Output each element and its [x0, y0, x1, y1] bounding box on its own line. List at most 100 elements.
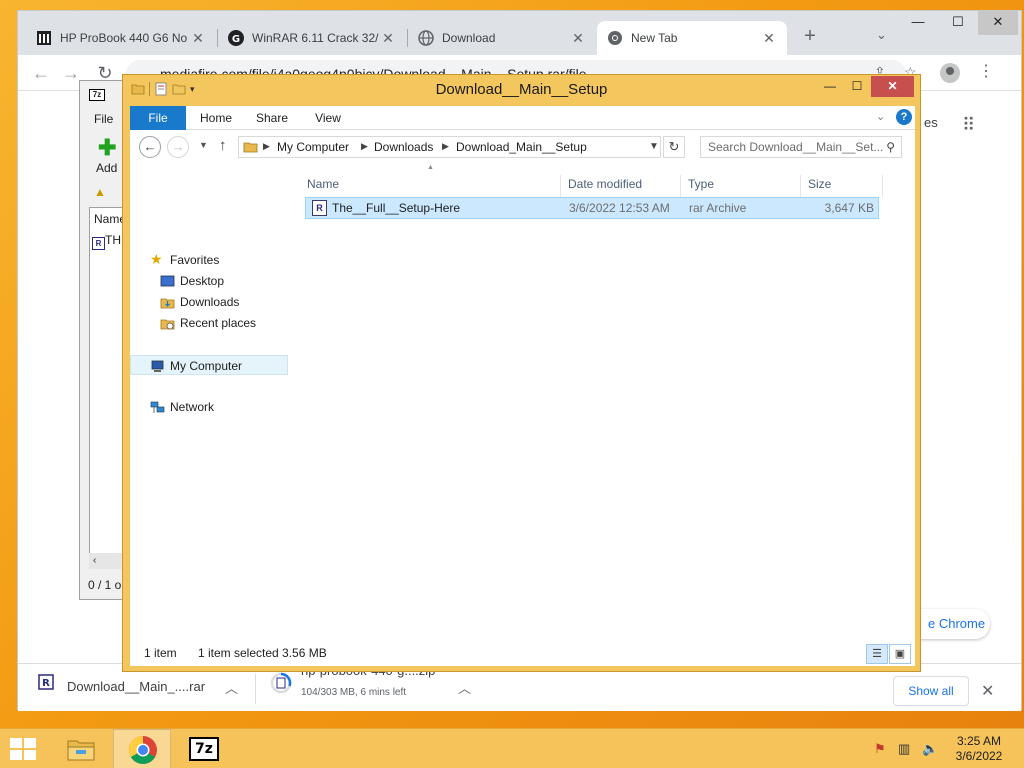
- nav-item-my-computer[interactable]: My Computer: [130, 355, 288, 375]
- up-arrow-icon[interactable]: ↑: [219, 137, 227, 154]
- start-tile: [10, 738, 22, 748]
- tab-title: WinRAR 6.11 Crack 32/: [252, 31, 379, 45]
- explorer-body: ★ Favorites Desktop Downloads Recent pla…: [130, 164, 915, 640]
- file-size: 3,647 KB: [824, 201, 874, 215]
- breadcrumb-chevron-icon[interactable]: ▶: [442, 141, 449, 152]
- close-icon[interactable]: ✕: [978, 11, 1018, 35]
- add-button[interactable]: Add: [96, 161, 117, 175]
- taskbar-file-explorer[interactable]: [52, 729, 110, 768]
- 7zip-icon: 7z: [189, 737, 219, 761]
- 7zip-window: 7z File ✚ Add ▲ Name R TH ‹ 0 / 1 o: [79, 80, 126, 600]
- network-status-icon[interactable]: ▥: [898, 741, 910, 757]
- breadcrumb-my-computer[interactable]: My Computer: [277, 140, 349, 154]
- recent-locations-dropdown-icon[interactable]: ▼: [199, 140, 208, 150]
- nav-item-desktop[interactable]: Desktop: [130, 271, 288, 291]
- sort-ascending-icon: ▲: [427, 164, 434, 171]
- expand-ribbon-chevron-icon[interactable]: ⌄: [876, 110, 885, 123]
- menu-file[interactable]: File: [94, 112, 113, 126]
- action-center-flag-icon[interactable]: ⚑: [874, 741, 886, 757]
- taskbar-7zip[interactable]: 7z: [175, 729, 233, 768]
- back-arrow-icon[interactable]: ←: [139, 136, 161, 158]
- refresh-icon[interactable]: ↻: [663, 136, 685, 158]
- clock-date: 3/6/2022: [955, 749, 1003, 763]
- chevron-down-icon[interactable]: ▼: [649, 141, 659, 152]
- rar-archive-icon: R: [38, 674, 54, 690]
- svg-text:R: R: [42, 678, 50, 689]
- tab-title: New Tab: [631, 31, 678, 45]
- search-placeholder: Search Download__Main__Set...: [708, 140, 884, 154]
- nav-item-network[interactable]: Network: [130, 397, 288, 417]
- address-field[interactable]: ▶ My Computer ▶ Downloads ▶ Download_Mai…: [238, 136, 661, 158]
- nav-item-downloads[interactable]: Downloads: [130, 292, 288, 312]
- downloads-folder-icon: [160, 295, 175, 309]
- large-icons-view-icon[interactable]: ▣: [889, 644, 911, 664]
- column-header-size[interactable]: Size: [808, 170, 831, 198]
- profile-avatar-icon[interactable]: [940, 63, 960, 83]
- list-item[interactable]: R TH: [92, 233, 121, 250]
- nav-item-label: Downloads: [180, 295, 240, 309]
- chrome-icon: [128, 735, 158, 768]
- new-tab-plus-icon[interactable]: +: [798, 25, 822, 48]
- system-clock[interactable]: 3:25 AM 3/6/2022: [944, 734, 1014, 764]
- tab-home[interactable]: Home: [192, 106, 240, 130]
- chevron-down-icon[interactable]: ⌄: [876, 27, 887, 43]
- close-icon[interactable]: ✕: [761, 30, 777, 47]
- globe-icon: [418, 30, 434, 46]
- nav-item-favorites[interactable]: ★ Favorites: [130, 250, 288, 270]
- column-header-name[interactable]: Name: [307, 170, 339, 198]
- breadcrumb-current-folder[interactable]: Download_Main__Setup: [456, 140, 587, 154]
- folder-up-icon[interactable]: ▲: [94, 185, 106, 199]
- g-circle-icon: G: [228, 30, 244, 46]
- tab-new-tab[interactable]: New Tab ✕: [597, 21, 787, 55]
- back-arrow-icon[interactable]: ←: [30, 63, 52, 84]
- speaker-muted-icon[interactable]: 🔈: [922, 741, 938, 757]
- column-header-type[interactable]: Type: [688, 170, 714, 198]
- tab-view[interactable]: View: [304, 106, 352, 130]
- tab-share[interactable]: Share: [248, 106, 296, 130]
- taskbar-chrome[interactable]: [113, 729, 171, 768]
- start-tile: [10, 750, 22, 760]
- column-divider[interactable]: [882, 175, 883, 197]
- close-icon[interactable]: ✕: [570, 30, 586, 47]
- file-row[interactable]: R The__Full__Setup-Here 3/6/2022 12:53 A…: [305, 197, 879, 219]
- windows-start-icon[interactable]: [10, 738, 38, 760]
- minimize-icon[interactable]: —: [815, 76, 845, 97]
- maximize-icon[interactable]: ☐: [842, 76, 872, 97]
- close-icon[interactable]: ✕: [380, 30, 396, 47]
- kebab-menu-icon[interactable]: ⋮: [978, 61, 994, 81]
- nav-item-recent-places[interactable]: Recent places: [130, 313, 288, 333]
- column-divider[interactable]: [680, 175, 681, 197]
- close-icon[interactable]: ✕: [190, 30, 206, 47]
- window-title: Download__Main__Setup: [435, 81, 608, 98]
- folder-icon: [243, 140, 258, 154]
- add-plus-icon[interactable]: ✚: [98, 137, 116, 159]
- chevron-up-icon[interactable]: ︿: [458, 678, 471, 697]
- tab-download[interactable]: Download ✕: [408, 21, 596, 55]
- help-icon[interactable]: ?: [896, 109, 912, 125]
- maximize-icon[interactable]: ☐: [938, 11, 978, 35]
- breadcrumb-chevron-icon[interactable]: ▶: [361, 141, 368, 152]
- show-all-button[interactable]: Show all: [893, 676, 969, 706]
- clock-time: 3:25 AM: [956, 734, 1002, 748]
- column-divider[interactable]: [800, 175, 801, 197]
- title-bar[interactable]: ▾ Download__Main__Setup — ☐ ✕: [123, 75, 920, 105]
- close-icon[interactable]: ✕: [871, 76, 914, 97]
- minimize-icon[interactable]: —: [898, 11, 938, 35]
- forward-arrow-icon[interactable]: →: [167, 136, 189, 158]
- horizontal-scrollbar[interactable]: ‹: [89, 553, 125, 569]
- apps-grid-icon[interactable]: ⠿: [962, 115, 975, 136]
- computer-icon: [150, 359, 165, 372]
- search-icon[interactable]: ⚲: [886, 137, 895, 157]
- details-view-icon[interactable]: ☰: [866, 644, 888, 664]
- column-header-date-modified[interactable]: Date modified: [568, 170, 642, 198]
- close-icon[interactable]: ✕: [981, 681, 994, 701]
- tab-winrar-crack[interactable]: G WinRAR 6.11 Crack 32/ ✕: [218, 21, 406, 55]
- breadcrumb-downloads[interactable]: Downloads: [374, 140, 433, 154]
- list-item-label: TH: [105, 233, 121, 247]
- tab-hp-probook[interactable]: HP ProBook 440 G6 No ✕: [26, 21, 216, 55]
- chevron-up-icon[interactable]: ︿: [225, 678, 238, 697]
- tab-file[interactable]: File: [130, 106, 186, 130]
- search-input[interactable]: Search Download__Main__Set... ⚲: [700, 136, 902, 158]
- column-divider[interactable]: [560, 175, 561, 197]
- breadcrumb-chevron-icon[interactable]: ▶: [263, 141, 270, 152]
